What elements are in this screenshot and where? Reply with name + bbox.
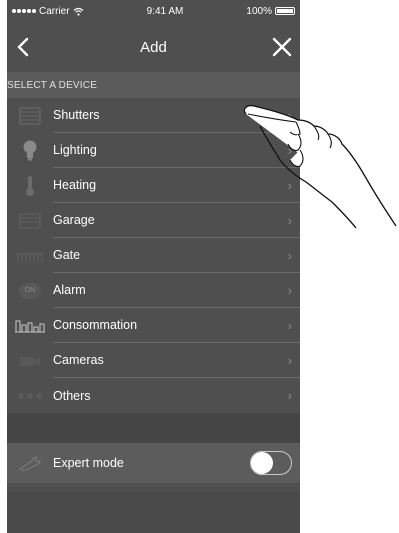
carrier-label: Carrier [39,5,70,17]
wifi-icon [73,7,83,16]
device-label: Garage [53,213,95,227]
thermometer-icon [7,168,53,203]
phone-screen: Carrier 9:41 AM 100% Add SELECT A DEVICE… [7,0,300,533]
wrench-icon [7,455,53,471]
chevron-right-icon: › [287,317,292,333]
device-label: Lighting [53,143,97,157]
bulb-icon [7,133,53,168]
alarm-icon-text: ON [19,282,41,299]
expert-mode-label: Expert mode [53,456,124,470]
device-label: Gate [53,248,81,262]
toggle-knob [251,452,273,474]
bar-chart-icon [7,308,53,343]
chevron-right-icon: › [287,282,292,298]
bottom-area [7,492,300,533]
back-chevron-icon[interactable] [11,35,35,59]
expert-mode-toggle[interactable] [250,451,292,475]
clock: 9:41 AM [146,5,184,17]
device-label: Alarm [53,283,86,297]
battery-icon [275,7,295,15]
page-title: Add [140,38,167,56]
section-header-label: SELECT A DEVICE [7,79,98,91]
device-row-cameras[interactable]: Cameras › [7,343,300,378]
others-icon [7,378,53,413]
device-label: Heating [53,178,97,192]
device-label: Others [53,388,91,403]
garage-icon [7,203,53,238]
shutter-icon [7,98,53,133]
pointing-hand-icon [243,104,397,229]
camera-icon [7,343,53,378]
close-icon[interactable] [270,35,294,59]
nav-bar: Add [7,22,300,72]
chevron-right-icon: › [287,388,292,403]
device-row-consommation[interactable]: Consommation › [7,308,300,343]
expert-mode-row: Expert mode [7,443,300,483]
battery-percent: 100% [246,5,272,17]
device-label: Cameras [53,353,104,367]
signal-icon [12,9,36,13]
device-label: Shutters [53,108,100,122]
alarm-on-icon: ON [7,273,53,308]
chevron-right-icon: › [287,247,292,263]
device-row-others[interactable]: Others › [7,378,300,413]
chevron-right-icon: › [287,352,292,368]
device-row-gate[interactable]: Gate › [7,238,300,273]
section-divider [7,413,300,443]
gate-icon [7,238,53,273]
device-label: Consommation [53,318,138,332]
device-row-alarm[interactable]: ON Alarm › [7,273,300,308]
status-bar: Carrier 9:41 AM 100% [7,0,300,22]
